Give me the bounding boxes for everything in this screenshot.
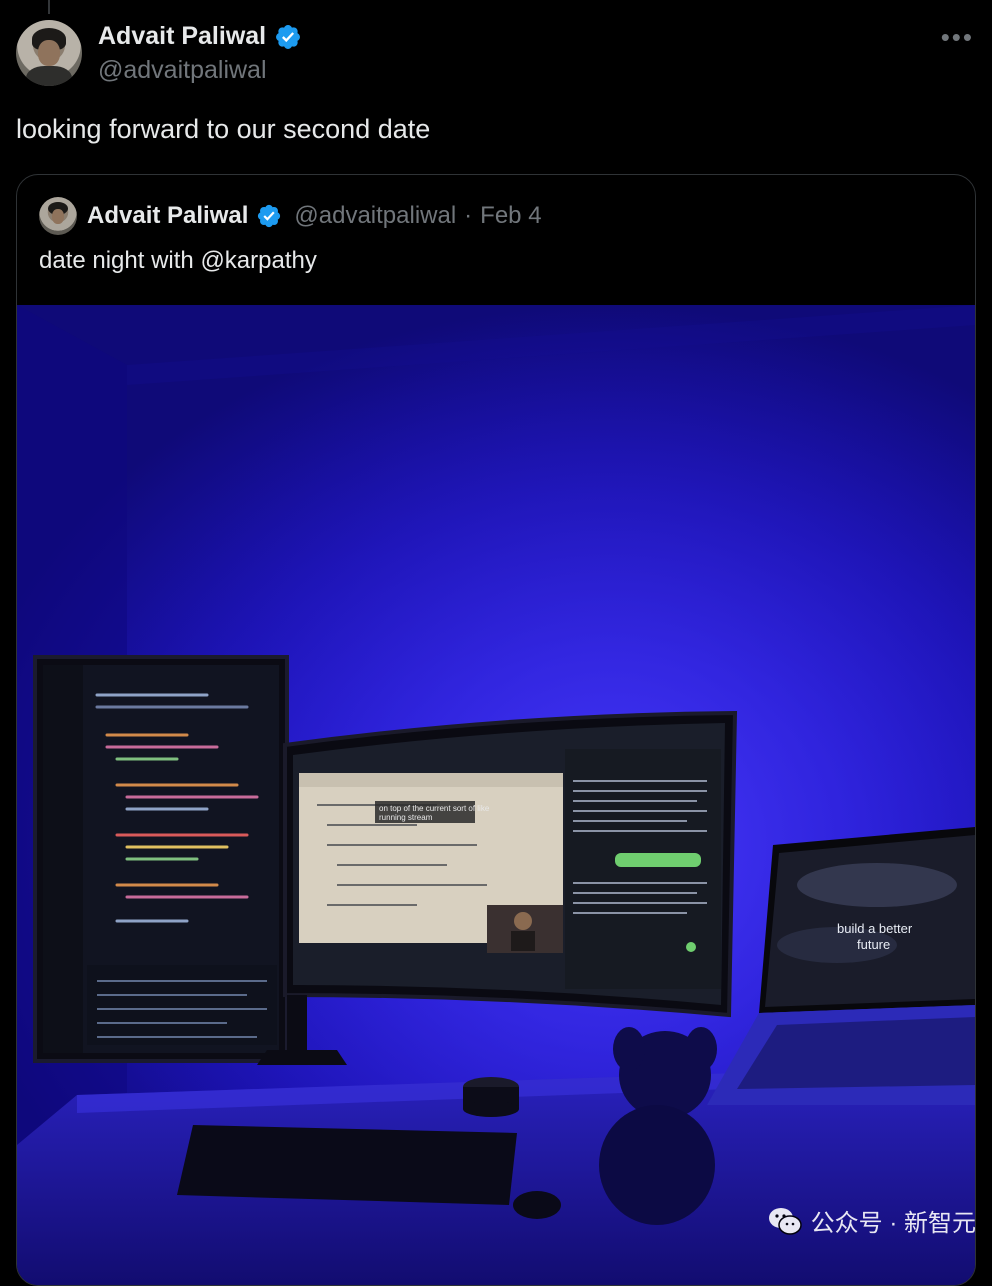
avatar[interactable]	[16, 20, 82, 86]
avatar-body	[26, 66, 72, 86]
mouse	[513, 1191, 561, 1219]
author-display-name[interactable]: Advait Paliwal	[98, 22, 266, 51]
tweet-text: looking forward to our second date	[16, 114, 431, 144]
quoted-text: date night with @karpathy	[39, 247, 317, 274]
curved-monitor	[283, 710, 738, 1018]
wechat-icon	[768, 1207, 802, 1235]
desk-setup-illustration: on top of the current sort of like runni…	[17, 305, 975, 1285]
vertical-monitor	[33, 655, 289, 1063]
quoted-photo[interactable]: on top of the current sort of like runni…	[17, 305, 975, 1285]
monitor-caption-line-2: running stream	[379, 813, 433, 822]
laptop-text-line-2: future	[857, 937, 890, 952]
quoted-header: Advait Paliwal @advaitpaliwal · Feb 4	[87, 197, 542, 235]
plush-toy	[599, 1027, 717, 1225]
wechat-watermark: 公众号 · 新智元	[767, 1203, 976, 1238]
more-horizontal-icon: •••	[940, 22, 974, 52]
quoted-avatar-face	[52, 209, 64, 224]
quoted-tweet-card[interactable]: Advait Paliwal @advaitpaliwal · Feb 4 da…	[16, 174, 976, 1286]
verified-badge-icon[interactable]	[256, 203, 282, 229]
monitor-caption-line-1: on top of the current sort of like	[379, 804, 490, 813]
quoted-date[interactable]: Feb 4	[480, 202, 541, 230]
thread-connector-line	[48, 0, 50, 14]
author-name-row: Advait Paliwal	[98, 22, 302, 51]
more-options-button[interactable]: •••	[941, 22, 974, 52]
laptop-text-line-1: build a better	[837, 921, 913, 936]
avatar-face	[38, 40, 60, 66]
watermark-text: 公众号 · 新智元	[810, 1210, 976, 1237]
verified-badge-icon[interactable]	[274, 23, 302, 51]
author-handle[interactable]: @advaitpaliwal	[98, 56, 267, 85]
quoted-separator: ·	[464, 202, 473, 229]
quoted-avatar[interactable]	[39, 197, 77, 235]
quoted-handle[interactable]: @advaitpaliwal	[294, 202, 456, 230]
keyboard	[177, 1125, 517, 1205]
quoted-display-name[interactable]: Advait Paliwal	[87, 202, 248, 230]
